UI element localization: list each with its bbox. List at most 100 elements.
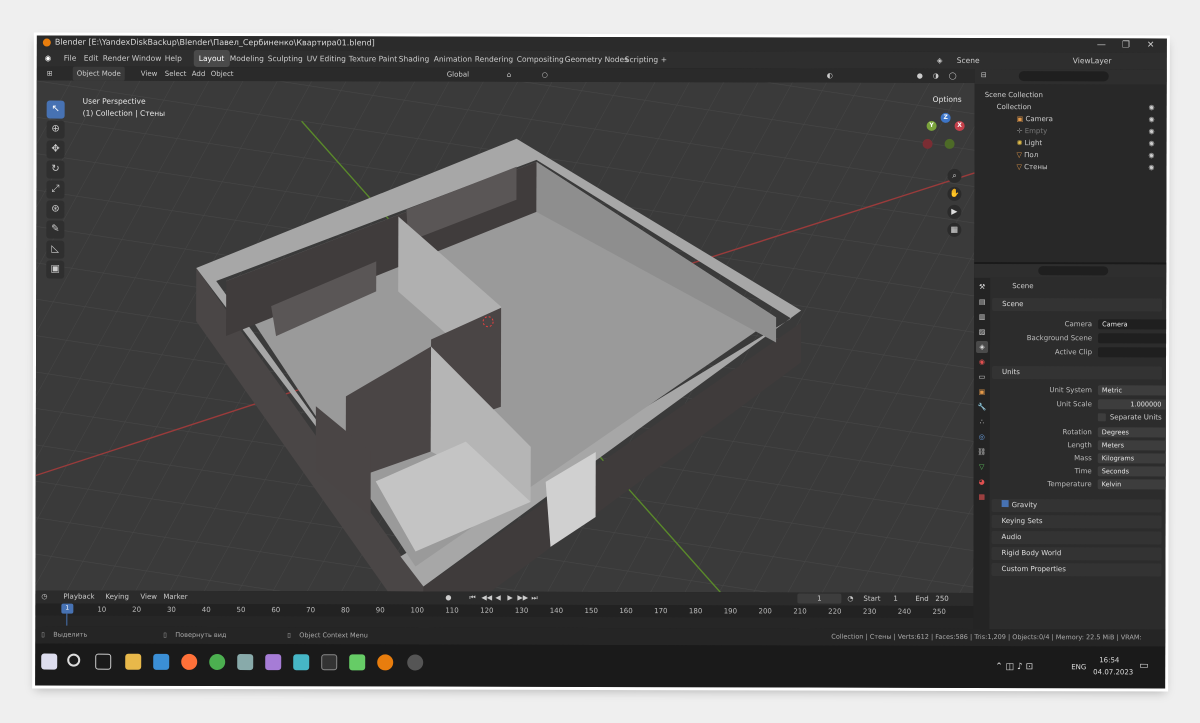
jump-start-icon[interactable]: ⏮ — [469, 592, 475, 605]
outliner-collection[interactable]: Collection ◉ — [975, 101, 1167, 114]
blender-menu-icon[interactable]: ◉ — [45, 50, 52, 67]
language-indicator[interactable]: ENG — [1071, 663, 1086, 671]
minimize-icon[interactable]: — — [1097, 38, 1106, 52]
playhead[interactable]: 1 — [61, 603, 74, 626]
eye-icon[interactable]: ◉ — [1148, 161, 1154, 173]
navigation-gizmo[interactable]: Y Z X — [921, 112, 971, 163]
outliner-item-light[interactable]: ✺ Light ◉ — [975, 137, 1167, 150]
tray-icons[interactable]: ⌃ ◫ ♪ ⊡ — [995, 662, 1033, 672]
menu-render[interactable]: Render — [103, 50, 130, 67]
shading-material-icon[interactable]: ◑ — [933, 69, 939, 83]
background-scene-field[interactable] — [1098, 333, 1167, 344]
editor-type-icon[interactable]: ⊞ — [47, 67, 53, 81]
menu-window[interactable]: Window — [132, 50, 162, 67]
gizmo-y-axis[interactable]: Y — [926, 120, 937, 131]
shading-render-icon[interactable]: ◯ — [949, 69, 957, 83]
texture-tab-icon[interactable]: ▦ — [976, 491, 988, 503]
eye-icon[interactable]: ◉ — [1149, 113, 1155, 125]
outliner-item-camera[interactable]: ▣ Camera ◉ — [975, 113, 1167, 126]
menu-help[interactable]: Help — [165, 50, 182, 67]
gizmo-neg-y[interactable] — [944, 138, 955, 149]
annotate-tool-icon[interactable]: ✎ — [46, 220, 65, 239]
outliner-item-empty[interactable]: ✛ Empty ◉ — [975, 125, 1167, 138]
timeline-editor-icon[interactable]: ◷ — [41, 591, 47, 604]
playback-menu[interactable]: Playback — [63, 591, 94, 604]
physics-tab-icon[interactable]: ◎ — [976, 431, 988, 443]
mass-select[interactable]: Kilograms — [1097, 453, 1167, 464]
gizmo-neg-x[interactable] — [922, 138, 933, 149]
unit-system-select[interactable]: Metric — [1097, 385, 1167, 396]
tool-app-icon[interactable] — [349, 654, 366, 671]
menu-file[interactable]: File — [64, 50, 77, 67]
transform-orientation[interactable]: Global — [447, 68, 469, 82]
prev-key-icon[interactable]: ◀◀ — [481, 592, 492, 605]
render-tab-icon[interactable]: ▤ — [976, 296, 988, 308]
timer-icon[interactable]: ◔ — [847, 593, 853, 606]
end-frame-field[interactable]: 250 — [935, 593, 948, 606]
record-icon[interactable]: ● — [445, 592, 451, 605]
timeline-ruler[interactable]: 1102030405060708090100110120130140150160… — [35, 603, 974, 618]
separate-units-checkbox[interactable] — [1097, 413, 1106, 422]
view-layer-tab-icon[interactable]: ▨ — [976, 326, 988, 338]
rotation-select[interactable]: Degrees — [1097, 427, 1167, 438]
scene-selector[interactable]: Scene — [957, 52, 980, 69]
transform-tool-icon[interactable]: ⊛ — [46, 200, 65, 219]
play-icon[interactable]: ▶ — [507, 592, 512, 605]
units-panel-header[interactable]: Units — [991, 366, 1162, 380]
modifier-tab-icon[interactable]: 🔧 — [976, 401, 988, 413]
output-tab-icon[interactable]: ▥ — [976, 311, 988, 323]
marker-menu[interactable]: Marker — [163, 591, 187, 604]
menu-edit[interactable]: Edit — [84, 50, 99, 67]
particles-tab-icon[interactable]: ∴ — [976, 416, 988, 428]
pan-hand-icon[interactable]: ✋ — [947, 186, 962, 201]
temperature-select[interactable]: Kelvin — [1097, 479, 1167, 490]
tool-tab-icon[interactable]: ⚒ — [976, 281, 988, 293]
camera-view-icon[interactable]: ▶ — [947, 204, 962, 219]
zoom-icon[interactable]: ⌕ — [947, 168, 962, 183]
gravity-checkbox[interactable] — [1001, 500, 1009, 508]
close-icon[interactable]: ✕ — [1147, 38, 1155, 52]
obs-icon[interactable] — [407, 654, 424, 671]
eye-icon[interactable]: ◉ — [1148, 137, 1154, 149]
scale-tool-icon[interactable]: ⤢ — [46, 180, 65, 199]
measure-tool-icon[interactable]: ◺ — [46, 240, 65, 259]
options-menu[interactable]: Options — [933, 95, 962, 104]
snap-icon[interactable]: ⌂ — [507, 68, 511, 82]
keying-menu[interactable]: Keying — [105, 591, 129, 604]
add-workspace-button[interactable]: + — [656, 51, 672, 68]
app-icon[interactable] — [153, 653, 170, 670]
start-frame-field[interactable]: 1 — [893, 593, 898, 606]
menu-add[interactable]: Add — [192, 67, 206, 81]
file-explorer-icon[interactable] — [125, 653, 142, 670]
audio-panel-header[interactable]: Audio — [991, 531, 1162, 545]
menu-view[interactable]: View — [141, 67, 158, 81]
keying-sets-panel-header[interactable]: Keying Sets — [991, 515, 1162, 529]
blender-taskbar-icon[interactable] — [377, 654, 394, 671]
jump-end-icon[interactable]: ⏭ — [531, 592, 537, 605]
custom-properties-panel-header[interactable]: Custom Properties — [991, 563, 1162, 577]
outliner-item-floor[interactable]: ▽ Пол ◉ — [975, 149, 1167, 162]
collection-tab-icon[interactable]: ▭ — [976, 371, 988, 383]
notes-app-icon[interactable] — [293, 654, 310, 671]
rotate-tool-icon[interactable]: ↻ — [46, 160, 65, 179]
add-cube-tool-icon[interactable]: ▣ — [46, 260, 65, 279]
properties-search[interactable] — [1038, 266, 1109, 276]
search-icon[interactable] — [67, 653, 81, 667]
object-tab-icon[interactable]: ▣ — [976, 386, 988, 398]
timeline-view-menu[interactable]: View — [140, 591, 157, 604]
length-select[interactable]: Meters — [1097, 440, 1167, 451]
scene-panel-header[interactable]: Scene — [992, 298, 1163, 312]
camera-field[interactable]: Camera — [1098, 319, 1167, 330]
outliner-search[interactable] — [1018, 71, 1109, 82]
scene-tab-icon[interactable]: ◈ — [976, 340, 989, 354]
filter-icon[interactable]: ⊟ — [981, 69, 987, 81]
grid-view-icon[interactable]: ▦ — [947, 222, 962, 237]
gravity-panel-header[interactable]: Gravity — [991, 499, 1162, 513]
rigid-body-panel-header[interactable]: Rigid Body World — [991, 547, 1162, 561]
gizmo-x-axis[interactable]: X — [954, 120, 965, 131]
notifications-icon[interactable]: ▭ — [1139, 660, 1148, 671]
gizmo-z-axis[interactable]: Z — [940, 112, 951, 123]
firefox-icon[interactable] — [181, 653, 198, 670]
menu-select[interactable]: Select — [165, 67, 187, 81]
eye-icon[interactable]: ◉ — [1148, 125, 1154, 137]
